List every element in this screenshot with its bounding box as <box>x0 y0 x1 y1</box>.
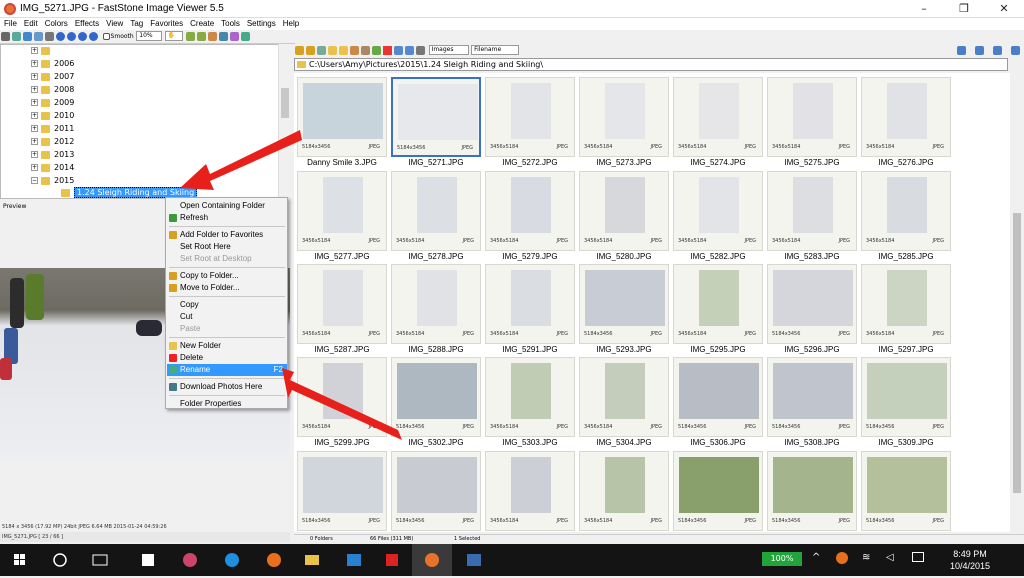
annotation-arrows <box>180 130 402 440</box>
clock-date: 10/4/2015 <box>949 561 990 571</box>
wifi-icon[interactable]: ≋ <box>862 552 870 563</box>
start-button[interactable] <box>0 544 40 576</box>
task-view-icon[interactable] <box>80 544 120 576</box>
explorer-icon[interactable] <box>292 544 332 576</box>
firefox-icon[interactable] <box>254 544 294 576</box>
cortana-icon[interactable] <box>40 544 80 576</box>
arrow-to-folder <box>180 130 302 190</box>
editor-icon[interactable] <box>454 544 494 576</box>
clock-time: 8:49 PM <box>953 549 987 559</box>
battery-indicator[interactable]: 100% <box>762 552 802 566</box>
outlook-icon[interactable] <box>334 544 374 576</box>
notifications-icon[interactable] <box>912 552 924 562</box>
3d-app-icon[interactable] <box>372 544 412 576</box>
taskbar-clock[interactable]: 8:49 PM 10/4/2015 <box>950 548 990 572</box>
faststone-taskbar-icon[interactable] <box>412 544 452 576</box>
tray-app-icon[interactable] <box>836 552 848 564</box>
taskbar: 100% ^ ≋ ◁ 8:49 PM 10/4/2015 <box>0 544 1024 576</box>
tray-expand-icon[interactable]: ^ <box>812 552 820 563</box>
volume-icon[interactable]: ◁ <box>886 552 894 563</box>
arrow-to-rename <box>282 368 402 440</box>
store-icon[interactable] <box>128 544 168 576</box>
edge-icon[interactable] <box>212 544 252 576</box>
paint-icon[interactable] <box>170 544 210 576</box>
